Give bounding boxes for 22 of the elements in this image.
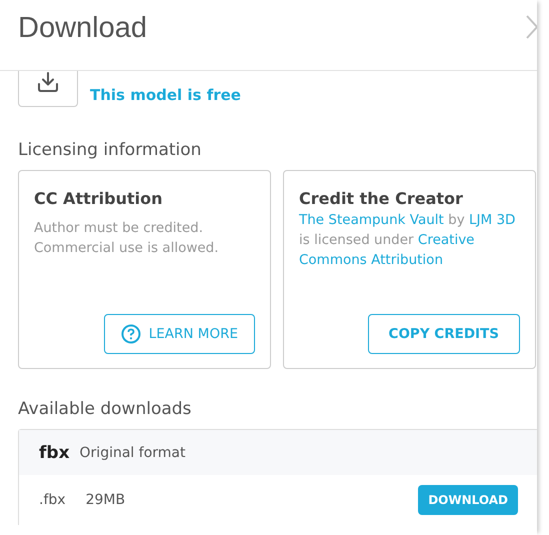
learn-more-button[interactable]: LEARN MORE [104, 314, 255, 354]
card-title: CC Attribution [34, 189, 164, 208]
download-icon [37, 71, 59, 93]
copy-credits-button[interactable]: COPY CREDITS [368, 314, 520, 354]
file-extension: .fbx [39, 492, 66, 508]
format-name: fbx [39, 442, 70, 462]
section-heading: Available downloads [18, 399, 192, 419]
credit-link[interactable]: The Steampunk Vault [299, 212, 444, 228]
file-size: 29MB [86, 492, 126, 508]
format-note: Original format [80, 444, 186, 460]
dialog-title: Download [18, 12, 147, 44]
credit-link[interactable]: Commons Attribution [299, 252, 443, 268]
download-button[interactable]: DOWNLOAD [418, 485, 518, 515]
credit-text: The Steampunk Vault by LJM 3D is licensed under Creative Commons Attribution [299, 211, 516, 270]
price-note: This model is free [90, 86, 241, 104]
credit-link[interactable]: LJM 3D [469, 212, 516, 228]
help-icon [120, 324, 141, 344]
close-icon[interactable] [525, 14, 537, 40]
card-title: Credit the Creator [299, 189, 464, 208]
credit-link[interactable]: Creative [418, 232, 474, 248]
section-heading: Licensing information [18, 140, 202, 160]
license-description: Author must be credited. Commercial use is allowed. [34, 219, 220, 258]
